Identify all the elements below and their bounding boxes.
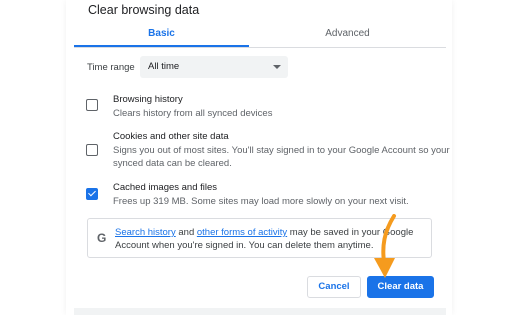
tab-advanced[interactable]: Advanced (260, 22, 435, 48)
browsing-history-checkbox[interactable] (86, 99, 98, 111)
other-activity-link[interactable]: other forms of activity (197, 227, 287, 238)
option-description: Clears history from all synced devices (113, 108, 273, 119)
dialog-bottom-edge (74, 308, 446, 315)
tab-divider (74, 47, 446, 48)
option-description: Frees up 319 MB. Some sites may load mor… (113, 196, 409, 207)
cookies-checkbox[interactable] (86, 144, 98, 156)
info-text-part: and (175, 227, 197, 238)
dropdown-caret-icon (273, 65, 281, 69)
time-range-value: All time (148, 61, 180, 72)
option-title: Cached images and files (113, 182, 218, 193)
cached-images-checkbox[interactable] (86, 188, 98, 200)
option-description: Signs you out of most sites. You'll stay… (113, 145, 450, 169)
cancel-button[interactable]: Cancel (307, 276, 361, 298)
tab-bar: Basic Advanced (74, 22, 446, 48)
time-range-select[interactable]: All time (140, 56, 288, 78)
dialog-title: Clear browsing data (88, 3, 200, 17)
highlight-arrow-icon (374, 214, 396, 278)
search-history-link[interactable]: Search history (115, 227, 176, 238)
google-g-icon: G (97, 231, 107, 245)
option-title: Cookies and other site data (113, 131, 229, 142)
option-title: Browsing history (113, 94, 183, 105)
time-range-label: Time range (87, 62, 135, 73)
